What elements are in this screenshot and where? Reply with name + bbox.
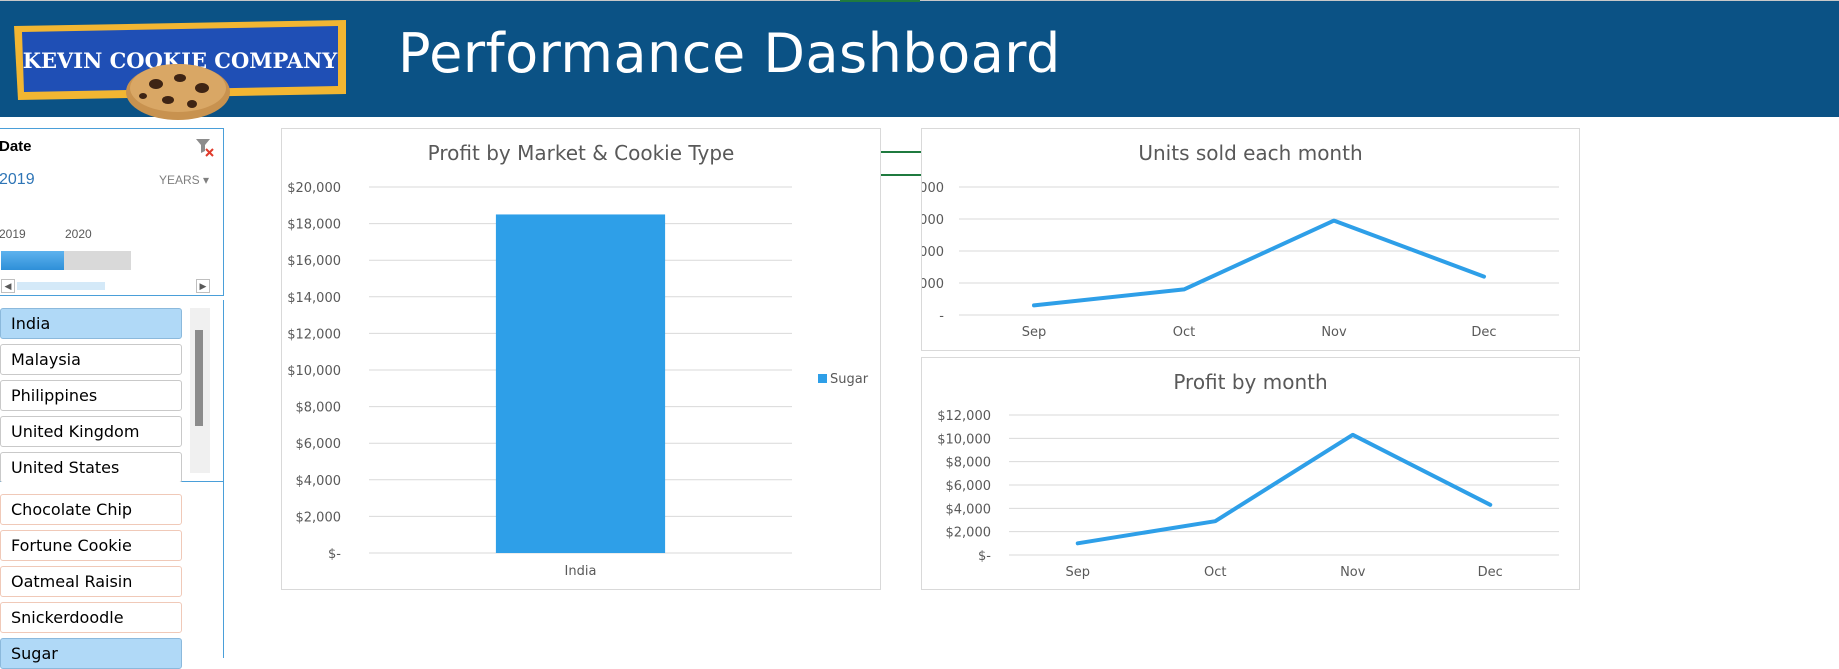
cookie-type-slicer: Chocolate Chip Fortune Cookie Oatmeal Ra… bbox=[0, 482, 224, 669]
x-tick-label: Sep bbox=[1022, 325, 1047, 340]
slicer-item-snickerdoodle[interactable]: Snickerdoodle bbox=[0, 602, 182, 633]
y-tick-label: $2,000 bbox=[946, 526, 992, 541]
slicer-item-india[interactable]: India bbox=[0, 308, 182, 339]
x-tick-label: Sep bbox=[1065, 565, 1090, 580]
y-tick-label: $6,000 bbox=[946, 479, 992, 494]
slicer-item-united-states[interactable]: United States bbox=[0, 452, 182, 483]
chart-units-sold[interactable]: Units sold each month -2,0004,0006,0008,… bbox=[921, 128, 1580, 351]
y-tick-label: $4,000 bbox=[946, 502, 992, 517]
timeline-bar-2019-selected[interactable] bbox=[1, 251, 64, 270]
market-slicer: India Malaysia Philippines United Kingdo… bbox=[0, 300, 224, 483]
y-tick-label: $18,000 bbox=[287, 218, 341, 233]
line-chart-svg: $- $2,000 $4,000 $6,000 $8,000 $10,000 $12,000… bbox=[937, 409, 1559, 580]
y-tick-label: $10,000 bbox=[287, 364, 341, 379]
y-tick-label: $8,000 bbox=[946, 456, 992, 471]
y-tick-label: $2,000 bbox=[296, 510, 342, 525]
y-tick-label: $6,000 bbox=[296, 437, 342, 452]
timeline-label-2019: 2019 bbox=[0, 227, 26, 241]
time-level-label: YEARS bbox=[158, 173, 200, 187]
x-tick-label: Dec bbox=[1471, 325, 1496, 340]
bar-india bbox=[495, 214, 666, 553]
date-timeline-slicer[interactable]: Date 2019 YEARS ▾ 2019 2020 ◀ ▶ bbox=[0, 128, 224, 296]
legend-label: Sugar bbox=[830, 372, 869, 387]
y-tick-label: - bbox=[939, 309, 944, 324]
company-logo: KEVIN COOKIE COMPANY bbox=[14, 20, 346, 120]
scroll-right-icon[interactable]: ▶ bbox=[196, 279, 210, 293]
y-tick-label: $12,000 bbox=[287, 327, 341, 342]
x-tick-label: Oct bbox=[1204, 565, 1226, 580]
y-tick-label: $8,000 bbox=[296, 401, 342, 416]
chevron-down-icon: ▾ bbox=[202, 173, 209, 187]
bar-chart-svg: $- $2,000 $4,000 $6,000 $8,000 $10,000 $12,000… bbox=[287, 181, 869, 579]
slicer-item-fortune-cookie[interactable]: Fortune Cookie bbox=[0, 530, 182, 561]
x-tick-label: Nov bbox=[1321, 325, 1347, 340]
series-line bbox=[1032, 218, 1486, 308]
y-tick-label: $- bbox=[978, 549, 991, 564]
chart-profit-by-market[interactable]: Profit by Market & Cookie Type $- $2,000 $… bbox=[281, 128, 881, 590]
x-tick-label: Nov bbox=[1340, 565, 1366, 580]
filter-clear-icon[interactable] bbox=[195, 137, 215, 157]
page-title: Performance Dashboard bbox=[398, 22, 1061, 85]
selected-period-label: 2019 bbox=[0, 171, 35, 188]
timeline-scrollbar-thumb[interactable] bbox=[17, 282, 105, 290]
chart-profit-by-month[interactable]: Profit by month $- $2,000 $4,000 $6,000 $8,0… bbox=[921, 357, 1580, 590]
slicer-item-sugar[interactable]: Sugar bbox=[0, 638, 182, 669]
x-tick-label: Oct bbox=[1173, 325, 1195, 340]
y-tick-label: $12,000 bbox=[937, 409, 991, 424]
connector-line bbox=[881, 151, 921, 153]
legend-swatch bbox=[818, 374, 827, 383]
slicer-scrollbar-thumb[interactable] bbox=[195, 330, 203, 426]
y-tick-label: $20,000 bbox=[287, 181, 341, 196]
connector-line bbox=[881, 174, 921, 176]
y-tick-label: $16,000 bbox=[287, 254, 341, 269]
slicer-header-date: Date bbox=[0, 138, 32, 155]
y-tick-label: $4,000 bbox=[296, 474, 342, 489]
y-tick-label: 6,000 bbox=[922, 213, 944, 228]
y-tick-label: $10,000 bbox=[937, 432, 991, 447]
slicer-item-oatmeal-raisin[interactable]: Oatmeal Raisin bbox=[0, 566, 182, 597]
cookie-icon bbox=[126, 64, 230, 120]
slicer-item-philippines[interactable]: Philippines bbox=[0, 380, 182, 411]
time-level-dropdown[interactable]: YEARS ▾ bbox=[159, 173, 209, 187]
slicer-item-united-kingdom[interactable]: United Kingdom bbox=[0, 416, 182, 447]
slicer-item-malaysia[interactable]: Malaysia bbox=[0, 344, 182, 375]
x-tick-label: India bbox=[565, 564, 597, 579]
y-tick-label: 4,000 bbox=[922, 245, 944, 260]
series-line bbox=[1075, 432, 1493, 546]
x-tick-label: Dec bbox=[1478, 565, 1503, 580]
dashboard-header: KEVIN COOKIE COMPANY Performance Dashboa… bbox=[0, 0, 1839, 120]
scroll-left-icon[interactable]: ◀ bbox=[1, 279, 15, 293]
y-tick-label: 8,000 bbox=[922, 181, 944, 196]
timeline-label-2020: 2020 bbox=[65, 227, 92, 241]
y-tick-label: 2,000 bbox=[922, 277, 944, 292]
y-tick-label: $- bbox=[328, 547, 341, 562]
y-tick-label: $14,000 bbox=[287, 291, 341, 306]
line-chart-svg: - 2,000 4,000 6,000 8,000 Sep Oct Nov Dec bbox=[922, 181, 1559, 340]
cell-selection-marker bbox=[840, 0, 920, 2]
slicer-item-chocolate-chip[interactable]: Chocolate Chip bbox=[0, 494, 182, 525]
